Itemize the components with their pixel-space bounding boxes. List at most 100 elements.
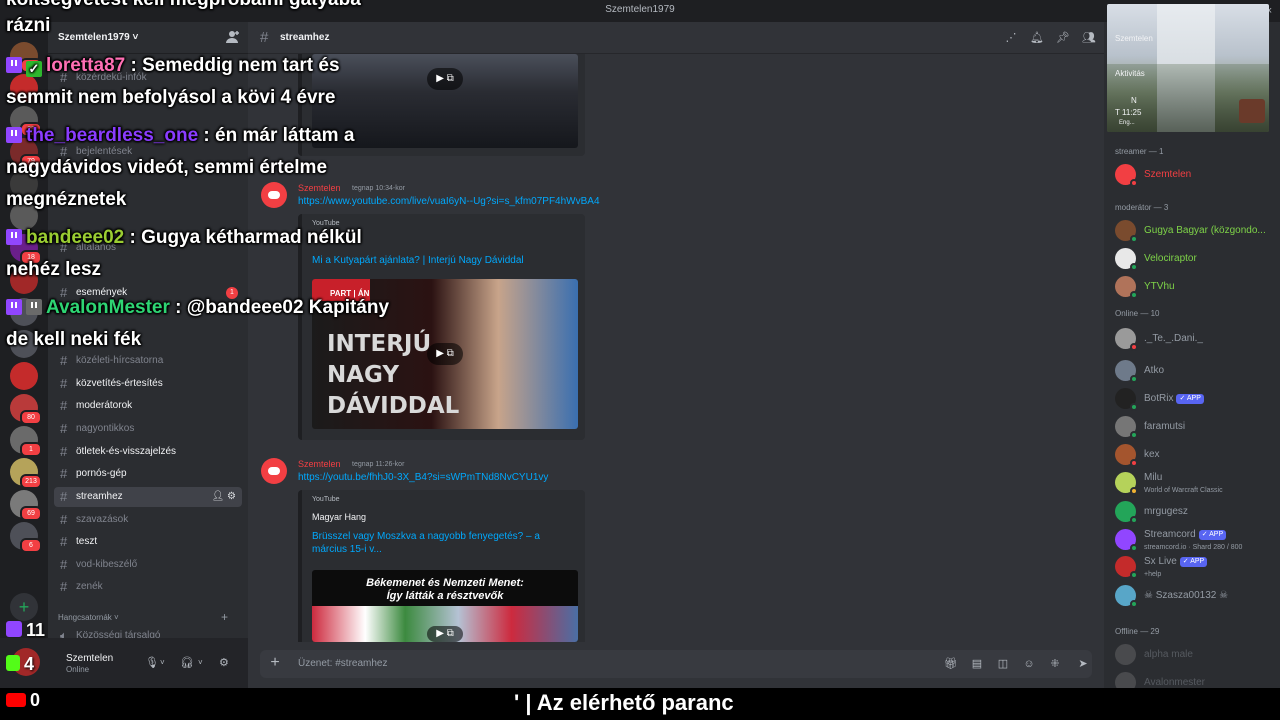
embed-title[interactable]: Mi a Kutyapárt ajánlata? | Interjú Nagy … bbox=[312, 254, 572, 267]
message-avatar[interactable] bbox=[261, 182, 287, 208]
message-link[interactable]: https://www.youtube.com/live/vuaI6yN--Ug… bbox=[298, 196, 600, 207]
headphones-icon[interactable]: 🎧︎ bbox=[180, 656, 194, 669]
member-item[interactable]: alpha male bbox=[1115, 642, 1275, 668]
server-icon[interactable] bbox=[10, 74, 38, 102]
member-item[interactable]: ._Te._.Dani._ bbox=[1115, 326, 1275, 352]
youtube-embed: YouTube Mi a Kutyapárt ajánlata? | Inter… bbox=[298, 214, 585, 440]
send-icon[interactable]: ➤ bbox=[1076, 657, 1090, 671]
gear-icon[interactable]: ⚙ bbox=[219, 656, 229, 669]
server-icon[interactable]: 6 bbox=[10, 522, 42, 553]
server-icon[interactable]: 1 bbox=[10, 426, 42, 457]
member-name-text: YTVhu bbox=[1144, 281, 1175, 292]
message-author[interactable]: Szemtelen bbox=[298, 183, 341, 193]
threads-icon[interactable]: ⋰ bbox=[1004, 31, 1018, 45]
play-icon[interactable]: ▶ ⧉ bbox=[427, 626, 463, 642]
bottom-ticker: 0 ' | Az elérhető paranc bbox=[0, 688, 1280, 720]
member-item[interactable]: faramutsi bbox=[1115, 414, 1275, 440]
server-icon[interactable] bbox=[10, 362, 38, 390]
channel-item[interactable]: # közvetítés-értesítés bbox=[54, 374, 242, 394]
server-icon[interactable]: 69 bbox=[10, 490, 42, 521]
server-icon[interactable] bbox=[10, 330, 38, 358]
embed-title[interactable]: Brüsszel vagy Moszkva a nagyobb fenyeget… bbox=[312, 530, 572, 556]
channel-item[interactable]: # események 1 bbox=[54, 283, 242, 303]
emoji-icon[interactable]: ☺ bbox=[1022, 657, 1036, 671]
channel-label: közvetítés-értesítés bbox=[76, 378, 163, 389]
member-name-text: Velociraptor bbox=[1144, 253, 1197, 264]
status-dot bbox=[1130, 375, 1138, 383]
member-item[interactable]: Sx Live ✓ APP +help bbox=[1115, 554, 1275, 580]
member-name: Velociraptor bbox=[1144, 253, 1197, 264]
play-icon[interactable]: ▶ ⧉ bbox=[427, 343, 463, 365]
apps-icon[interactable]: ⁜ bbox=[1048, 657, 1062, 671]
member-item[interactable]: BotRix ✓ APP bbox=[1115, 386, 1275, 412]
member-item[interactable]: Atko bbox=[1115, 358, 1275, 384]
message-avatar[interactable] bbox=[261, 458, 287, 484]
member-item[interactable]: Milu World of Warcraft Classic bbox=[1115, 470, 1275, 496]
channel-item[interactable]: # streamhez 👤︎ ⚙ bbox=[54, 487, 242, 507]
chevron-down-icon[interactable]: ˅ bbox=[160, 658, 165, 667]
microphone-icon[interactable]: 🎙︎ bbox=[145, 656, 159, 669]
gif-icon[interactable]: ▤ bbox=[970, 657, 984, 671]
voice-category[interactable]: Hangcsatornák ˅ + bbox=[58, 610, 228, 624]
channel-settings-icon[interactable]: 👤︎ ⚙ bbox=[212, 487, 236, 507]
channel-item[interactable]: # ötletek-és-visszajelzés bbox=[54, 442, 242, 462]
gift-icon[interactable]: 🎁︎ bbox=[944, 657, 958, 671]
server-icon[interactable]: 23 bbox=[10, 106, 42, 137]
member-item[interactable]: Velociraptor bbox=[1115, 246, 1275, 272]
previous-embed: ▶ ⧉ bbox=[298, 54, 585, 156]
server-icon[interactable]: 79 bbox=[10, 138, 42, 169]
member-name: kex bbox=[1144, 449, 1160, 460]
server-icon[interactable] bbox=[10, 298, 38, 326]
video-thumbnail[interactable]: ▶ ⧉ bbox=[312, 54, 578, 148]
member-item[interactable]: YTVhu bbox=[1115, 274, 1275, 300]
channel-item[interactable]: # szabályok bbox=[54, 188, 242, 208]
bell-icon[interactable]: 🔔︎ bbox=[1030, 31, 1044, 45]
server-icon[interactable]: 18 bbox=[10, 234, 42, 265]
member-item[interactable]: ☠ Szasza00132 ☠ bbox=[1115, 583, 1275, 609]
members-icon[interactable]: 👥︎ bbox=[1082, 31, 1096, 45]
youtube-viewers: 0 bbox=[6, 690, 40, 711]
channel-item[interactable]: # szavazások bbox=[54, 510, 242, 530]
message-composer[interactable]: + Üzenet: #streamhez 🎁︎ ▤ ◫ ☺ ⁜ ➤ bbox=[260, 650, 1092, 678]
video-thumbnail[interactable]: PART | ÁN INTERJÚ NAGY DÁVIDDAL ▶ ⧉ bbox=[312, 279, 578, 429]
server-icon[interactable]: 213 bbox=[10, 458, 42, 489]
message-author[interactable]: Szemtelen bbox=[298, 459, 341, 469]
chevron-down-icon[interactable]: ˅ bbox=[198, 658, 203, 667]
notification-badge: 69 bbox=[20, 506, 42, 521]
channel-item[interactable]: # nagyontikkos bbox=[54, 419, 242, 439]
play-icon[interactable]: ▶ ⧉ bbox=[427, 68, 463, 90]
server-icon[interactable] bbox=[10, 266, 38, 294]
member-group-label: moderátor — 3 bbox=[1115, 203, 1169, 212]
member-item[interactable]: Gugya Bagyar (közgondo... bbox=[1115, 218, 1275, 244]
channel-item[interactable]: # pornós-gép bbox=[54, 464, 242, 484]
channel-item[interactable]: # közérdekű-infók bbox=[54, 68, 242, 88]
message-link[interactable]: https://youtu.be/fhhJ0-3X_B4?si=sWPmTNd8… bbox=[298, 472, 548, 483]
member-item[interactable]: mrgugesz bbox=[1115, 499, 1275, 525]
server-icon[interactable]: 16 bbox=[10, 42, 42, 73]
member-item[interactable]: Streamcord ✓ APP streamcord.io · Shard 280… bbox=[1115, 527, 1275, 553]
member-item[interactable]: kex bbox=[1115, 442, 1275, 468]
channel-item[interactable]: # általános bbox=[54, 238, 242, 258]
channel-item[interactable]: # teszt bbox=[54, 532, 242, 552]
add-person-icon[interactable] bbox=[226, 30, 240, 44]
channel-item[interactable]: # közéleti-hírcsatorna bbox=[54, 351, 242, 371]
channel-item[interactable]: # bejelentések bbox=[54, 142, 242, 162]
member-item[interactable]: Szemtelen bbox=[1115, 162, 1275, 188]
server-icon[interactable] bbox=[10, 202, 38, 230]
embed-author[interactable]: Magyar Hang bbox=[312, 512, 366, 522]
server-icon[interactable]: 80 bbox=[10, 394, 42, 425]
server-icon[interactable] bbox=[10, 170, 38, 198]
channel-item[interactable]: # vod-kibeszélő bbox=[54, 555, 242, 575]
plus-icon[interactable]: + bbox=[266, 654, 284, 672]
message-time: tegnap 11:26-kor bbox=[352, 461, 405, 468]
sticker-icon[interactable]: ◫ bbox=[996, 657, 1010, 671]
video-thumbnail[interactable]: Békemenet és Nemzeti Menet: Így látták a… bbox=[312, 570, 578, 642]
member-name-text: ☠ Szasza00132 ☠ bbox=[1144, 590, 1229, 601]
channel-item[interactable]: # moderátorok bbox=[54, 396, 242, 416]
add-channel-icon[interactable]: + bbox=[221, 610, 228, 624]
channel-item[interactable]: # zenék bbox=[54, 577, 242, 597]
thumb-line: DÁVIDDAL bbox=[327, 393, 460, 419]
server-header[interactable]: Szemtelen1979 ˅ bbox=[48, 22, 248, 54]
add-server-button[interactable]: + bbox=[10, 593, 38, 621]
pin-icon[interactable]: 📌︎ bbox=[1056, 31, 1070, 45]
